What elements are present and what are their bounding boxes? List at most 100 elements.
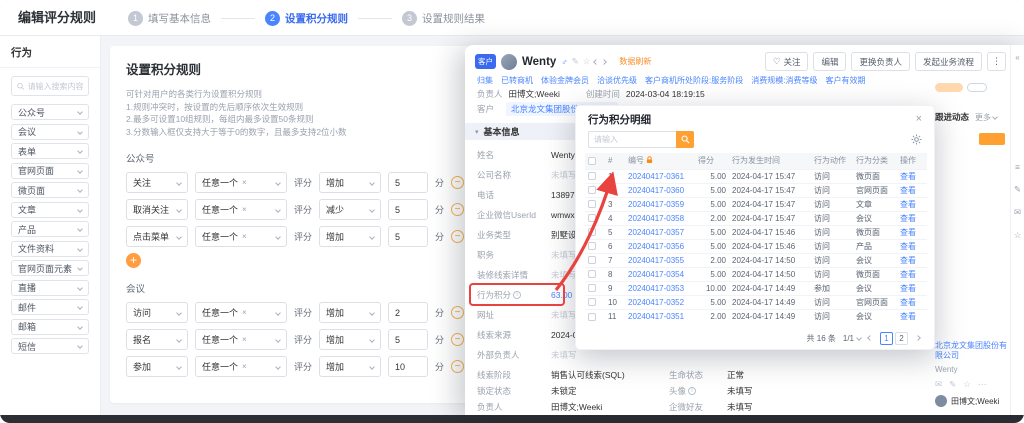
remove-rule-icon[interactable]: −: [451, 176, 464, 189]
record-link[interactable]: 20240417-0354: [628, 270, 684, 279]
scope-select[interactable]: 任意一个×: [195, 172, 287, 193]
more-actions-button[interactable]: ⋮: [987, 52, 1006, 71]
star-icon[interactable]: ☆: [583, 56, 591, 67]
record-link[interactable]: 20240417-0360: [628, 186, 684, 195]
remove-rule-icon[interactable]: −: [451, 360, 464, 373]
sidebar-item-会议[interactable]: 会议: [11, 124, 89, 140]
view-link[interactable]: 查看: [900, 298, 916, 307]
sidebar-item-产品[interactable]: 产品: [11, 221, 89, 237]
table-row[interactable]: 720240417-03552.002024-04-17 14:50访问会议查看: [585, 253, 927, 267]
table-row[interactable]: 1120240417-03512.002024-04-17 14:49访问会议查…: [585, 309, 927, 323]
sidebar-item-公众号[interactable]: 公众号: [11, 104, 89, 120]
star-icon[interactable]: ☆: [963, 379, 971, 390]
view-link[interactable]: 查看: [900, 270, 916, 279]
sidebar-item-文件资料[interactable]: 文件资料: [11, 241, 89, 257]
sidebar-item-直播[interactable]: 直播: [11, 280, 89, 296]
mail-icon[interactable]: ✉: [1011, 207, 1024, 218]
score-input[interactable]: [388, 226, 428, 247]
view-link[interactable]: 查看: [900, 242, 916, 251]
table-row[interactable]: 420240417-03582.002024-04-17 15:47访问会议查看: [585, 211, 927, 225]
row-checkbox[interactable]: [588, 186, 596, 194]
edit-icon[interactable]: ✎: [1011, 184, 1024, 195]
record-link[interactable]: 20240417-0361: [628, 172, 684, 181]
scope-select[interactable]: 任意一个×: [195, 329, 287, 350]
operation-select[interactable]: 减少: [319, 199, 381, 220]
more-icon[interactable]: ⋯: [978, 379, 987, 390]
table-row[interactable]: 220240417-03605.002024-04-17 15:47访问官网页面…: [585, 183, 927, 197]
next-page-icon[interactable]: [915, 335, 921, 341]
remove-tag-icon[interactable]: ×: [242, 205, 247, 214]
sidebar-search-input[interactable]: [28, 82, 83, 91]
modal-search-button[interactable]: [676, 131, 694, 148]
row-checkbox[interactable]: [588, 228, 596, 236]
step-3[interactable]: 3设置规则结果: [402, 11, 485, 26]
remove-tag-icon[interactable]: ×: [242, 308, 247, 317]
action-button-1[interactable]: ♡关注: [765, 52, 809, 71]
remove-rule-icon[interactable]: −: [451, 306, 464, 319]
sidebar-item-文章[interactable]: 文章: [11, 202, 89, 218]
view-link[interactable]: 查看: [900, 186, 916, 195]
list-icon[interactable]: ≡: [1011, 162, 1024, 172]
sidebar-item-表单[interactable]: 表单: [11, 143, 89, 159]
customer-tag[interactable]: 客户商机所处阶段:服务阶段: [645, 75, 743, 86]
scope-select[interactable]: 任意一个×: [195, 199, 287, 220]
view-link[interactable]: 查看: [900, 256, 916, 265]
score-input[interactable]: [388, 356, 428, 377]
remove-tag-icon[interactable]: ×: [242, 178, 247, 187]
edit-icon[interactable]: ✎: [572, 56, 579, 67]
add-rule-button[interactable]: +: [126, 253, 141, 268]
action-button-3[interactable]: 更换负责人: [851, 52, 910, 71]
record-link[interactable]: 20240417-0355: [628, 256, 684, 265]
customer-tag[interactable]: 客户有效期: [825, 75, 865, 86]
row-checkbox[interactable]: [588, 200, 596, 208]
male-icon[interactable]: ♂: [561, 57, 567, 67]
table-row[interactable]: 120240417-03615.002024-04-17 15:47访问微页面查…: [585, 169, 927, 183]
record-link[interactable]: 20240417-0352: [628, 298, 684, 307]
modal-search-input[interactable]: [588, 131, 676, 148]
sidebar-item-邮箱[interactable]: 邮箱: [11, 319, 89, 335]
sidebar-item-官网页面元素[interactable]: 官网页面元素: [11, 260, 89, 276]
row-checkbox[interactable]: [588, 313, 596, 321]
operation-select[interactable]: 增加: [319, 329, 381, 350]
operation-select[interactable]: 增加: [319, 302, 381, 323]
customer-tag[interactable]: 体验金牌会员: [541, 75, 589, 86]
score-input[interactable]: [388, 329, 428, 350]
remove-rule-icon[interactable]: −: [451, 203, 464, 216]
record-link[interactable]: 20240417-0358: [628, 214, 684, 223]
page-button-1[interactable]: 1: [880, 332, 893, 345]
sidebar-item-官网页面[interactable]: 官网页面: [11, 163, 89, 179]
action-select[interactable]: 参加: [126, 356, 188, 377]
row-checkbox[interactable]: [588, 298, 596, 306]
row-checkbox[interactable]: [588, 242, 596, 250]
chevron-right-icon[interactable]: [602, 59, 608, 65]
remove-tag-icon[interactable]: ×: [242, 232, 247, 241]
step-1[interactable]: 1填写基本信息: [128, 11, 211, 26]
view-link[interactable]: 查看: [900, 172, 916, 181]
view-link[interactable]: 查看: [900, 312, 916, 321]
score-input[interactable]: [388, 199, 428, 220]
select-all-checkbox[interactable]: [588, 157, 596, 165]
row-checkbox[interactable]: [588, 172, 596, 180]
customer-tag[interactable]: 消费规模:消费等级: [751, 75, 817, 86]
step-2[interactable]: 2设置积分规则: [265, 11, 348, 26]
table-row[interactable]: 1020240417-03525.002024-04-17 14:49访问官网页…: [585, 295, 927, 309]
page-button-2[interactable]: 2: [895, 332, 908, 345]
table-row[interactable]: 620240417-03565.002024-04-17 15:46访问产品查看: [585, 239, 927, 253]
view-link[interactable]: 查看: [900, 284, 916, 293]
remove-tag-icon[interactable]: ×: [242, 335, 247, 344]
record-link[interactable]: 20240417-0357: [628, 228, 684, 237]
view-link[interactable]: 查看: [900, 228, 916, 237]
sidebar-item-短信[interactable]: 短信: [11, 338, 89, 354]
score-input[interactable]: [388, 172, 428, 193]
panel-action-button[interactable]: [979, 133, 1005, 145]
row-checkbox[interactable]: [588, 284, 596, 292]
sidebar-search[interactable]: [11, 76, 89, 96]
table-row[interactable]: 320240417-03595.002024-04-17 15:47访问文章查看: [585, 197, 927, 211]
scope-select[interactable]: 任意一个×: [195, 356, 287, 377]
sidebar-item-微页面[interactable]: 微页面: [11, 182, 89, 198]
table-row[interactable]: 820240417-03545.002024-04-17 14:50访问微页面查…: [585, 267, 927, 281]
view-link[interactable]: 查看: [900, 200, 916, 209]
score-input[interactable]: [388, 302, 428, 323]
related-company-link[interactable]: 北京龙文集团股份有限公司: [935, 341, 1009, 361]
row-checkbox[interactable]: [588, 214, 596, 222]
